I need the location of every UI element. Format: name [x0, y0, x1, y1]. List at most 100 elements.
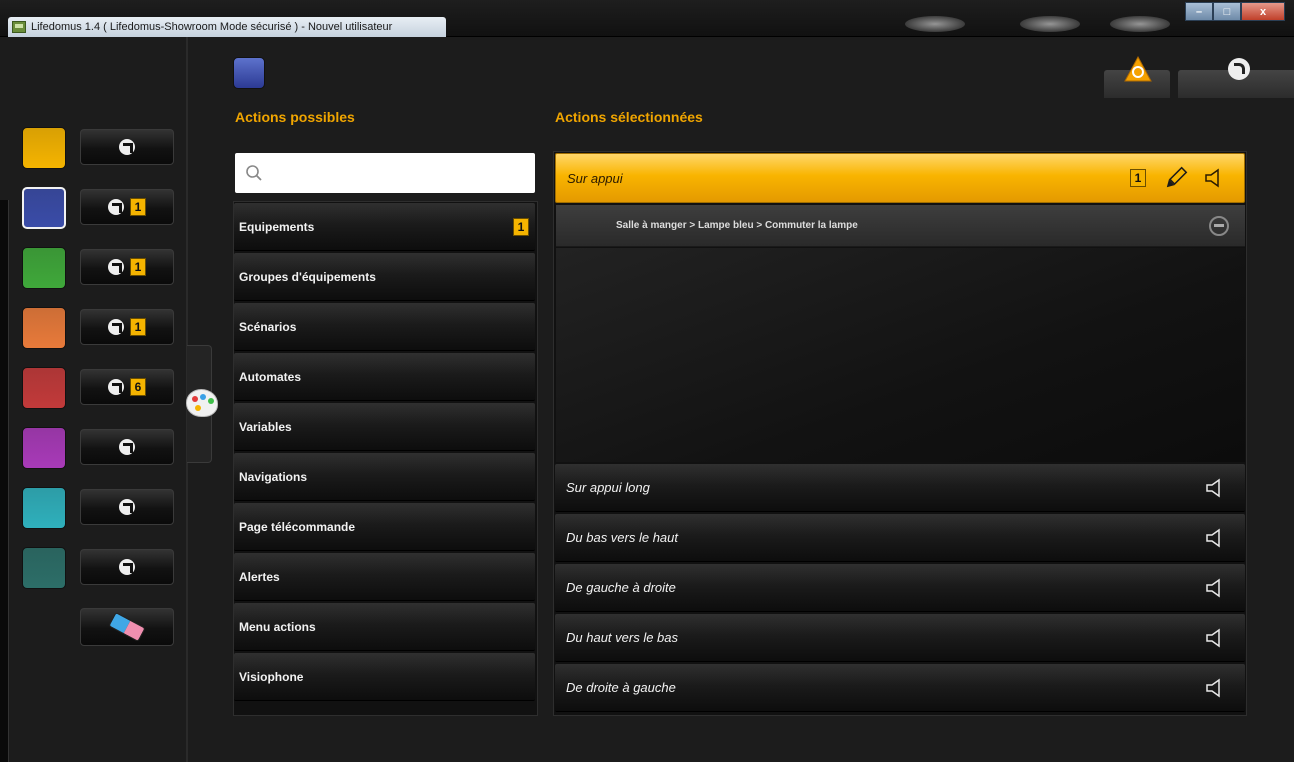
color-swatch[interactable]: [22, 187, 66, 229]
list-item[interactable]: Equipements 1: [234, 203, 535, 251]
count-badge: 1: [130, 198, 146, 216]
list-item-label: Navigations: [239, 469, 308, 484]
color-swatch[interactable]: [22, 307, 66, 349]
list-item-label: Page télécommande: [239, 519, 356, 534]
count-badge: 1: [513, 217, 529, 236]
action-detail-area: [556, 248, 1245, 462]
warning-sync-icon[interactable]: [1123, 55, 1153, 83]
selected-action-active[interactable]: Sur appui 1: [555, 153, 1245, 203]
speaker-icon[interactable]: [1204, 167, 1224, 189]
selected-color-indicator: [233, 57, 265, 89]
speaker-icon[interactable]: [1205, 527, 1225, 549]
link-arrow-icon: [119, 559, 135, 575]
decorative-glow: [905, 16, 965, 32]
action-row-label: De gauche à droite: [566, 580, 676, 595]
list-item-label: Scénarios: [239, 319, 297, 334]
list-item-label: Variables: [239, 419, 292, 434]
pencil-icon[interactable]: [1162, 164, 1190, 192]
list-item[interactable]: Navigations: [234, 453, 535, 501]
action-row[interactable]: De droite à gauche: [555, 664, 1245, 712]
action-row[interactable]: Du bas vers le haut: [555, 514, 1245, 562]
color-action-button[interactable]: [80, 129, 174, 165]
search-input[interactable]: [271, 165, 521, 181]
speaker-icon[interactable]: [1205, 577, 1225, 599]
action-row[interactable]: De gauche à droite: [555, 564, 1245, 612]
action-row-label: Sur appui long: [566, 480, 650, 495]
title-bar: Lifedomus 1.4 ( Lifedomus-Showroom Mode …: [0, 0, 1294, 37]
detail-label: Salle à manger > Lampe bleu > Commuter l…: [616, 220, 858, 231]
list-item-label: Alertes: [239, 569, 280, 584]
color-row: [22, 487, 174, 529]
refresh-icon[interactable]: [1228, 58, 1250, 80]
list-item-label: Visiophone: [239, 669, 304, 684]
color-action-button[interactable]: 1: [80, 309, 174, 345]
color-swatch[interactable]: [22, 127, 66, 169]
action-row-label: De droite à gauche: [566, 680, 676, 695]
color-action-button[interactable]: 1: [80, 189, 174, 225]
list-item[interactable]: Scénarios: [234, 303, 535, 351]
remove-icon[interactable]: [1209, 215, 1229, 236]
color-swatch[interactable]: [22, 247, 66, 289]
count-badge: 1: [130, 318, 146, 336]
eraser-button[interactable]: [80, 608, 174, 646]
color-row: 1: [22, 307, 174, 349]
search-box[interactable]: [235, 153, 535, 193]
action-row[interactable]: Sur appui long: [555, 464, 1245, 512]
selected-actions-heading: Actions sélectionnées: [555, 109, 703, 125]
app-icon: [12, 21, 26, 33]
list-item-label: Groupes d'équipements: [239, 269, 376, 284]
list-item-label: Automates: [239, 369, 302, 384]
list-item[interactable]: Alertes: [234, 553, 535, 601]
list-item[interactable]: Visiophone: [234, 653, 535, 701]
list-item[interactable]: Menu actions: [234, 603, 535, 651]
color-row: [22, 127, 174, 169]
list-item-label: Menu actions: [239, 619, 316, 634]
search-icon: [246, 165, 262, 181]
list-item[interactable]: Page télécommande: [234, 503, 535, 551]
window-controls: – □ x: [1185, 2, 1285, 21]
close-icon[interactable]: x: [1241, 2, 1285, 21]
color-action-button[interactable]: 6: [80, 369, 174, 405]
color-row: 1: [22, 247, 174, 289]
speaker-icon[interactable]: [1205, 677, 1225, 699]
link-arrow-icon: [119, 499, 135, 515]
link-arrow-icon: [119, 139, 135, 155]
window-title-tab: Lifedomus 1.4 ( Lifedomus-Showroom Mode …: [8, 17, 446, 37]
color-row: 6: [22, 367, 174, 409]
maximize-icon[interactable]: □: [1213, 2, 1241, 21]
window-title: Lifedomus 1.4 ( Lifedomus-Showroom Mode …: [31, 21, 393, 33]
color-swatch[interactable]: [22, 487, 66, 529]
list-item[interactable]: Automates: [234, 353, 535, 401]
color-action-button[interactable]: 1: [80, 249, 174, 285]
count-badge: 6: [130, 378, 146, 396]
list-item[interactable]: Groupes d'équipements: [234, 253, 535, 301]
link-arrow-icon: [108, 199, 124, 215]
color-action-button[interactable]: [80, 489, 174, 525]
possible-actions-heading: Actions possibles: [235, 109, 355, 125]
color-swatch[interactable]: [22, 367, 66, 409]
count-badge: 1: [130, 258, 146, 276]
action-row-label: Du haut vers le bas: [566, 630, 679, 645]
color-swatch[interactable]: [22, 547, 66, 589]
link-arrow-icon: [108, 259, 124, 275]
action-row-label: Du bas vers le haut: [566, 530, 679, 545]
color-row: 1: [22, 187, 174, 229]
decorative-glow: [1020, 16, 1080, 32]
palette-icon[interactable]: [186, 389, 218, 417]
window-frame-edge: [0, 200, 9, 762]
eraser-icon: [108, 611, 146, 643]
color-action-button[interactable]: [80, 429, 174, 465]
color-swatch[interactable]: [22, 427, 66, 469]
list-item[interactable]: Variables: [234, 403, 535, 451]
speaker-icon[interactable]: [1205, 477, 1225, 499]
link-arrow-icon: [119, 439, 135, 455]
count-badge: 1: [1130, 169, 1146, 187]
decorative-glow: [1110, 16, 1170, 32]
minimize-icon[interactable]: –: [1185, 2, 1213, 21]
link-arrow-icon: [108, 379, 124, 395]
selected-action-detail[interactable]: Salle à manger > Lampe bleu > Commuter l…: [556, 205, 1245, 247]
color-action-button[interactable]: [80, 549, 174, 585]
action-row[interactable]: Du haut vers le bas: [555, 614, 1245, 662]
speaker-icon[interactable]: [1205, 627, 1225, 649]
color-row: [22, 547, 174, 589]
